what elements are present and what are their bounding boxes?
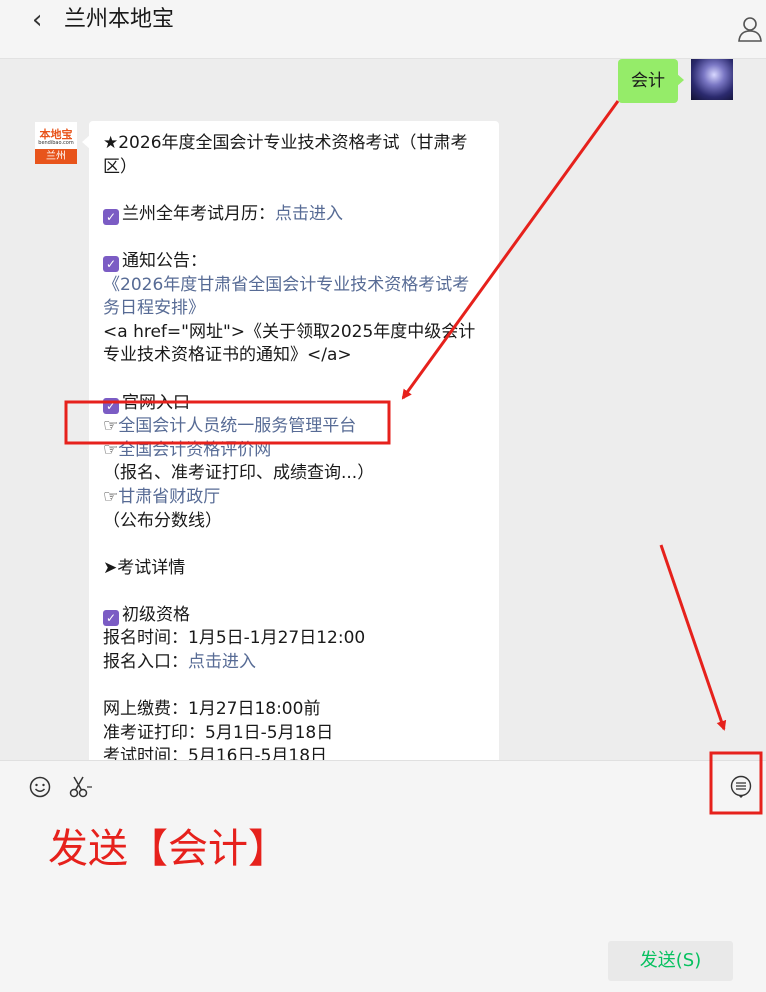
message-link[interactable]: 点击进入 <box>188 652 256 672</box>
checkbox-emoji-icon: ✓ <box>103 397 119 414</box>
back-icon[interactable]: ‹ <box>32 6 42 34</box>
message-text: ☞ <box>103 416 119 437</box>
message-link[interactable]: 甘肃省财政厅 <box>118 487 220 507</box>
my-message-bubble[interactable]: 会计 <box>618 59 678 103</box>
message-text: 兰州全年考试月历： <box>122 203 275 224</box>
message-link[interactable]: 点击进入 <box>275 204 343 224</box>
message-line: <a href="网址">《关于领取2025年度中级会计专业技术资格证书的通知》… <box>103 321 483 368</box>
message-text: 报名时间：1月5日-1月27日12:00 <box>103 628 366 649</box>
chat-area[interactable]: 会计 本地宝 bendibao.com 兰州 ★2026年度全国会计专业技术资格… <box>0 59 766 760</box>
message-line <box>103 368 483 392</box>
message-line: 《2026年度甘肃省全国会计专业技术资格考试考务日程安排》 <box>103 274 483 321</box>
message-input[interactable]: 发送【会计】 <box>48 825 288 873</box>
message-link[interactable]: 全国会计资格评价网 <box>118 440 271 460</box>
chat-title: 兰州本地宝 <box>64 7 175 32</box>
logo-url-text: bendibao.com <box>38 140 74 146</box>
message-link[interactable]: 全国会计人员统一服务管理平台 <box>118 416 356 436</box>
bot-avatar[interactable]: 本地宝 bendibao.com 兰州 <box>35 122 77 164</box>
chat-history-icon[interactable] <box>730 775 752 799</box>
message-text: <a href="网址">《关于领取2025年度中级会计专业技术资格证书的通知》… <box>103 321 476 366</box>
message-line: 报名时间：1月5日-1月27日12:00 <box>103 627 483 651</box>
message-text: 官网入口 <box>122 392 190 413</box>
message-line: ✓ 初级资格 <box>103 604 483 628</box>
message-line: （报名、准考证打印、成绩查询...） <box>103 462 483 486</box>
emoji-icon[interactable] <box>29 776 51 798</box>
checkbox-emoji-icon: ✓ <box>103 255 119 272</box>
message-line: ✓ 通知公告： <box>103 250 483 274</box>
title-bar: ‹ 兰州本地宝 <box>0 0 766 59</box>
my-bubble-tail <box>676 73 684 87</box>
message-link[interactable]: 《2026年度甘肃省全国会计专业技术资格考试考务日程安排》 <box>103 275 469 319</box>
message-text: ☞ <box>103 486 119 507</box>
message-text: 网上缴费：1月27日18:00前 <box>103 699 321 720</box>
message-text: 考试时间：5月16日-5月18日 <box>103 746 328 760</box>
message-line <box>103 226 483 250</box>
message-text: 报名入口： <box>103 652 188 673</box>
message-text: ☞ <box>103 439 119 460</box>
input-area: 发送【会计】 发送(S) <box>0 760 766 992</box>
message-text: 初级资格 <box>122 604 190 625</box>
message-line: 考试时间：5月16日-5月18日 <box>103 745 483 760</box>
message-line: ✓ 兰州全年考试月历：点击进入 <box>103 203 483 227</box>
bot-message-text: ★2026年度全国会计专业技术资格考试（甘肃考区） ✓ 兰州全年考试月历：点击进入 ✓… <box>103 132 483 760</box>
message-line <box>103 580 483 604</box>
message-line <box>103 179 483 203</box>
message-text: ★2026年度全国会计专业技术资格考试（甘肃考区） <box>103 133 468 177</box>
message-line: ☞全国会计资格评价网 <box>103 439 483 463</box>
message-text: 准考证打印：5月1日-5月18日 <box>103 722 334 743</box>
message-line: 网上缴费：1月27日18:00前 <box>103 698 483 722</box>
my-avatar[interactable] <box>691 59 733 100</box>
message-line <box>103 533 483 557</box>
message-line: 报名入口：点击进入 <box>103 651 483 675</box>
checkbox-emoji-icon: ✓ <box>103 609 119 626</box>
message-line: ☞全国会计人员统一服务管理平台 <box>103 415 483 439</box>
message-text: ➤考试详情 <box>103 557 186 578</box>
message-line: 准考证打印：5月1日-5月18日 <box>103 722 483 746</box>
message-text: （公布分数线） <box>103 510 222 531</box>
person-icon[interactable] <box>738 16 762 42</box>
message-line <box>103 675 483 699</box>
message-line: ★2026年度全国会计专业技术资格考试（甘肃考区） <box>103 132 483 179</box>
checkbox-emoji-icon: ✓ <box>103 208 119 225</box>
message-text: 通知公告： <box>122 250 207 271</box>
message-line: ➤考试详情 <box>103 557 483 581</box>
logo-city-text: 兰州 <box>35 149 77 164</box>
send-button[interactable]: 发送(S) <box>608 941 733 981</box>
message-line: （公布分数线） <box>103 510 483 534</box>
scissors-icon[interactable] <box>68 775 94 799</box>
message-text: （报名、准考证打印、成绩查询...） <box>103 463 375 484</box>
message-line: ☞甘肃省财政厅 <box>103 486 483 510</box>
message-line: ✓ 官网入口 <box>103 392 483 416</box>
